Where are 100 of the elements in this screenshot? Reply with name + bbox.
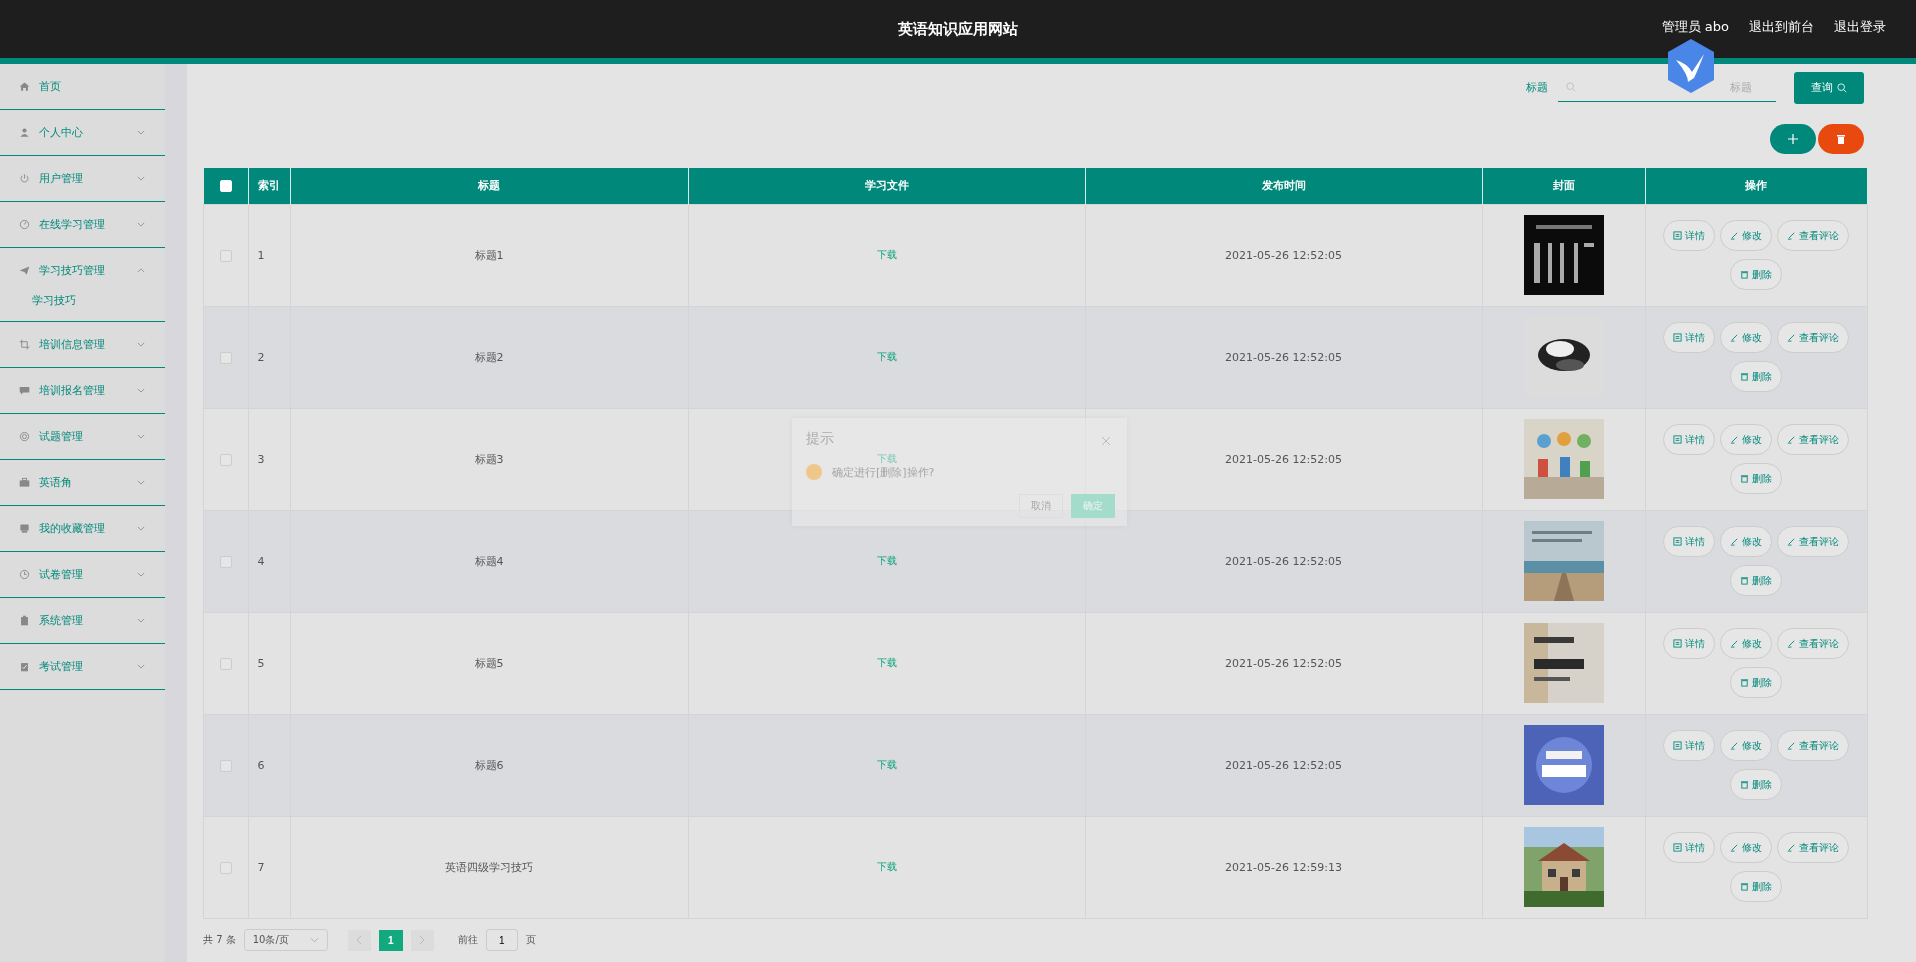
- action-button[interactable]: 详情: [1663, 322, 1716, 354]
- menu-item[interactable]: 考试管理: [0, 644, 165, 689]
- menu-item[interactable]: 试题管理: [0, 414, 165, 459]
- table-cell: 标题3: [290, 408, 688, 511]
- action-button[interactable]: 修改: [1720, 832, 1773, 864]
- page-button[interactable]: 1: [378, 929, 403, 951]
- action-button[interactable]: 查看评论: [1777, 424, 1850, 456]
- header-link[interactable]: 管理员 abo: [1661, 18, 1729, 36]
- document-icon: [1673, 639, 1683, 649]
- action-button[interactable]: 详情: [1663, 832, 1716, 864]
- pencil-icon: [1730, 537, 1740, 547]
- header-link[interactable]: 退出到前台: [1749, 18, 1814, 36]
- action-button[interactable]: 修改: [1720, 526, 1773, 558]
- menu-item[interactable]: 培训报名管理: [0, 368, 165, 413]
- document-icon: [1673, 537, 1683, 547]
- table-cell: 1: [248, 204, 290, 307]
- trash-icon: [1740, 474, 1750, 484]
- action-button[interactable]: 删除: [1730, 259, 1783, 291]
- checkbox[interactable]: [219, 249, 232, 262]
- pencil-icon: [1787, 435, 1797, 445]
- document-icon: [1673, 333, 1683, 343]
- menu-item[interactable]: 试卷管理: [0, 552, 165, 597]
- checkbox[interactable]: [219, 861, 232, 874]
- action-button[interactable]: 详情: [1663, 424, 1716, 456]
- action-button[interactable]: 查看评论: [1777, 322, 1850, 354]
- action-button[interactable]: 详情: [1663, 730, 1716, 762]
- action-button[interactable]: 删除: [1730, 361, 1783, 393]
- page-suffix: 页: [525, 933, 536, 948]
- menu-item[interactable]: 个人中心: [0, 110, 165, 155]
- table-cell: 6: [248, 714, 290, 817]
- menu-item[interactable]: 首页: [0, 64, 165, 109]
- delete-button[interactable]: [1818, 123, 1864, 154]
- action-button[interactable]: 详情: [1663, 220, 1716, 252]
- download-link[interactable]: 下载: [876, 249, 897, 261]
- table-cell: 2021-05-26 12:52:05: [1085, 612, 1482, 715]
- action-button[interactable]: 查看评论: [1777, 628, 1850, 660]
- search-button[interactable]: 查询: [1794, 71, 1864, 104]
- briefcase-icon: [19, 477, 30, 488]
- action-button[interactable]: 详情: [1663, 628, 1716, 660]
- trash-icon: [1740, 678, 1750, 688]
- trash-icon: [1740, 780, 1750, 790]
- action-button[interactable]: 删除: [1730, 463, 1783, 495]
- action-button[interactable]: 删除: [1730, 667, 1783, 699]
- action-button[interactable]: 修改: [1720, 424, 1773, 456]
- previous-page-button[interactable]: [347, 929, 371, 951]
- crop-icon: [19, 339, 30, 350]
- menu-item[interactable]: 学习技巧管理: [0, 248, 165, 293]
- search-icon: [1566, 82, 1576, 93]
- header-link[interactable]: 退出登录: [1834, 18, 1886, 36]
- checkbox[interactable]: [219, 453, 232, 466]
- action-button[interactable]: 查看评论: [1777, 730, 1850, 762]
- table-cell: 5: [248, 612, 290, 715]
- download-link[interactable]: 下载: [876, 351, 897, 363]
- action-button[interactable]: 详情: [1663, 526, 1716, 558]
- menu-item[interactable]: 我的收藏管理: [0, 506, 165, 551]
- pencil-icon: [1787, 639, 1797, 649]
- action-button[interactable]: 修改: [1720, 322, 1773, 354]
- document-icon: [1673, 741, 1683, 751]
- page-size-select[interactable]: 10条/页: [243, 929, 328, 952]
- next-page-button[interactable]: [410, 929, 434, 951]
- pencil-icon: [1730, 741, 1740, 751]
- power-icon: [19, 173, 30, 184]
- action-button[interactable]: 查看评论: [1777, 832, 1850, 864]
- menu-item[interactable]: 用户管理: [0, 156, 165, 201]
- menu-item[interactable]: 英语角: [0, 460, 165, 505]
- action-button[interactable]: 删除: [1730, 871, 1783, 903]
- table-cell: 标题2: [290, 306, 688, 409]
- house-icon: [19, 81, 30, 92]
- table-cell: 2: [248, 306, 290, 409]
- download-link[interactable]: 下载: [876, 555, 897, 567]
- column-header: 索引: [248, 167, 290, 205]
- search-label: 标题: [1526, 80, 1548, 96]
- download-link[interactable]: 下载: [876, 861, 897, 873]
- close-icon[interactable]: [1101, 436, 1111, 446]
- pencil-icon: [1730, 231, 1740, 241]
- checkbox[interactable]: [219, 657, 232, 670]
- menu-item[interactable]: 在线学习管理: [0, 202, 165, 247]
- download-link[interactable]: 下载: [876, 759, 897, 771]
- action-button[interactable]: 查看评论: [1777, 220, 1850, 252]
- menu-item[interactable]: 培训信息管理: [0, 322, 165, 367]
- submenu-item[interactable]: 学习技巧: [0, 293, 165, 321]
- action-button[interactable]: 修改: [1720, 628, 1773, 660]
- table-cell: 英语四级学习技巧: [290, 816, 688, 919]
- checkbox[interactable]: [219, 555, 232, 568]
- search-icon: [1837, 82, 1847, 93]
- action-button[interactable]: 查看评论: [1777, 526, 1850, 558]
- trash-icon: [1740, 372, 1750, 382]
- column-header: 学习文件: [688, 167, 1085, 205]
- checkbox[interactable]: [219, 351, 232, 364]
- menu-item[interactable]: 系统管理: [0, 598, 165, 643]
- action-button[interactable]: 修改: [1720, 730, 1773, 762]
- page-input[interactable]: 1: [485, 929, 518, 952]
- pencil-icon: [1787, 537, 1797, 547]
- add-button[interactable]: [1770, 123, 1816, 154]
- download-link[interactable]: 下载: [876, 657, 897, 669]
- checkbox[interactable]: [219, 759, 232, 772]
- table-cell: 7: [248, 816, 290, 919]
- action-button[interactable]: 删除: [1730, 769, 1783, 801]
- action-button[interactable]: 删除: [1730, 565, 1783, 597]
- action-button[interactable]: 修改: [1720, 220, 1773, 252]
